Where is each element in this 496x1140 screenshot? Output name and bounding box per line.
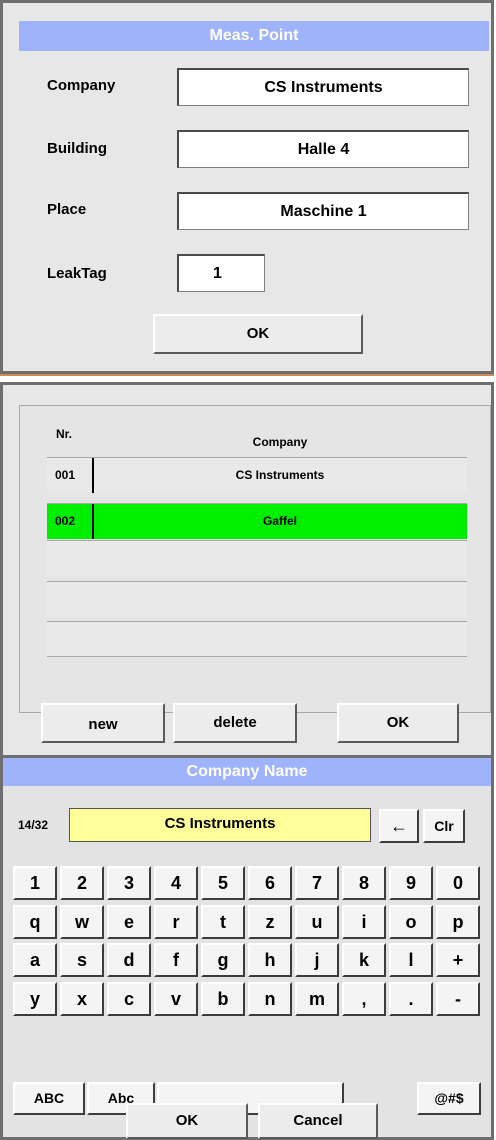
key-1-1[interactable]: w (60, 905, 104, 939)
company-label: Company (47, 77, 116, 94)
key-1-8[interactable]: o (389, 905, 433, 939)
key-0-6[interactable]: 7 (295, 866, 339, 900)
key-3-6[interactable]: m (295, 982, 339, 1016)
backspace-key[interactable]: ← (379, 809, 419, 843)
key-1-4[interactable]: t (201, 905, 245, 939)
building-label: Building (47, 140, 107, 157)
key-3-7[interactable]: , (342, 982, 386, 1016)
company-list-panel: Nr. Company 001 CS Instruments 002 Gaffe… (0, 382, 494, 758)
key-2-4[interactable]: g (201, 943, 245, 977)
key-2-9[interactable]: + (436, 943, 480, 977)
key-3-3[interactable]: v (154, 982, 198, 1016)
table-row-selected[interactable]: 002 Gaffel (47, 503, 467, 539)
row-nr: 001 (55, 468, 76, 482)
key-0-1[interactable]: 2 (60, 866, 104, 900)
key-3-0[interactable]: y (13, 982, 57, 1016)
key-0-8[interactable]: 9 (389, 866, 433, 900)
key-2-7[interactable]: k (342, 943, 386, 977)
table-row[interactable] (47, 581, 467, 617)
table-row[interactable] (47, 621, 467, 657)
key-2-5[interactable]: h (248, 943, 292, 977)
key-1-2[interactable]: e (107, 905, 151, 939)
meas-point-panel: Meas. Point Company CS Instruments Build… (0, 0, 494, 374)
key-0-2[interactable]: 3 (107, 866, 151, 900)
key-1-6[interactable]: u (295, 905, 339, 939)
key-2-0[interactable]: a (13, 943, 57, 977)
key-0-0[interactable]: 1 (13, 866, 57, 900)
key-0-9[interactable]: 0 (436, 866, 480, 900)
meas-point-ok-button[interactable]: OK (153, 314, 363, 354)
char-counter: 14/32 (18, 818, 49, 832)
table-row[interactable]: 001 CS Instruments (47, 457, 467, 493)
key-3-4[interactable]: b (201, 982, 245, 1016)
row-company: Gaffel (262, 514, 297, 528)
company-list-ok-button[interactable]: OK (337, 703, 459, 743)
key-0-4[interactable]: 5 (201, 866, 245, 900)
key-1-7[interactable]: i (342, 905, 386, 939)
key-0-7[interactable]: 8 (342, 866, 386, 900)
key-2-1[interactable]: s (60, 943, 104, 977)
key-3-9[interactable]: - (436, 982, 480, 1016)
building-field[interactable]: Halle 4 (177, 130, 469, 168)
col-header-nr: Nr. (56, 427, 73, 441)
delete-button[interactable]: delete (173, 703, 297, 743)
company-field[interactable]: CS Instruments (177, 68, 469, 106)
leaktag-field[interactable]: 1 (177, 254, 265, 292)
new-button[interactable]: new (41, 703, 165, 743)
key-2-8[interactable]: l (389, 943, 433, 977)
table-row[interactable] (47, 540, 467, 576)
key-1-3[interactable]: r (154, 905, 198, 939)
key-0-3[interactable]: 4 (154, 866, 198, 900)
keyboard-title: Company Name (3, 758, 491, 786)
company-name-input[interactable]: CS Instruments (69, 808, 371, 842)
key-2-6[interactable]: j (295, 943, 339, 977)
col-header-company: Company (252, 435, 308, 449)
place-field[interactable]: Maschine 1 (177, 192, 469, 230)
keyboard-cancel-button[interactable]: Cancel (258, 1103, 378, 1139)
key-3-8[interactable]: . (389, 982, 433, 1016)
key-3-1[interactable]: x (60, 982, 104, 1016)
clear-key[interactable]: Clr (423, 809, 465, 843)
key-1-5[interactable]: z (248, 905, 292, 939)
keyboard-ok-button[interactable]: OK (126, 1103, 248, 1139)
row-company: CS Instruments (235, 468, 325, 482)
leaktag-label: LeakTag (47, 265, 107, 282)
key-0-5[interactable]: 6 (248, 866, 292, 900)
meas-point-title: Meas. Point (19, 21, 489, 51)
key-3-2[interactable]: c (107, 982, 151, 1016)
key-1-0[interactable]: q (13, 905, 57, 939)
key-3-5[interactable]: n (248, 982, 292, 1016)
place-label: Place (47, 201, 87, 218)
key-1-9[interactable]: p (436, 905, 480, 939)
key-2-2[interactable]: d (107, 943, 151, 977)
key-2-3[interactable]: f (154, 943, 198, 977)
abc-upper-key[interactable]: ABC (13, 1082, 85, 1115)
symbols-key[interactable]: @#$ (417, 1082, 481, 1115)
keyboard-panel: Company Name 14/32 CS Instruments ← Clr … (0, 758, 494, 1140)
row-nr: 002 (55, 514, 76, 528)
